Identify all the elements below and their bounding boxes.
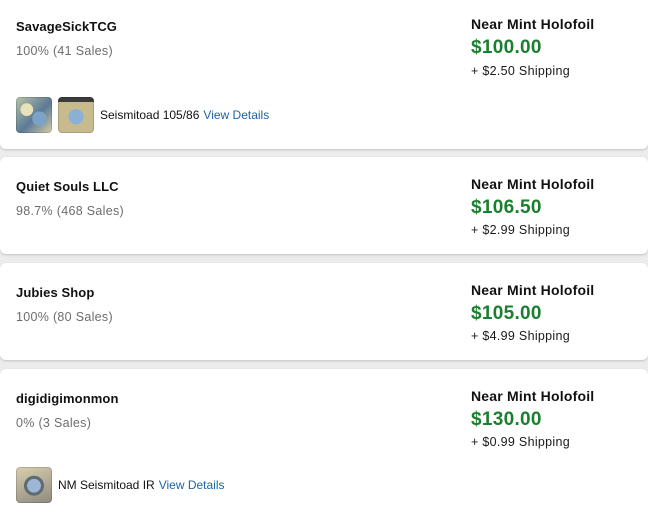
view-details-link[interactable]: View Details bbox=[159, 478, 225, 492]
seller-rating: 100% (41 Sales) bbox=[16, 44, 113, 58]
shipping-cost: + $2.99 Shipping bbox=[471, 223, 570, 237]
seller-name[interactable]: Jubies Shop bbox=[16, 285, 94, 300]
seller-rating: 100% (80 Sales) bbox=[16, 310, 113, 324]
listing-card: Jubies Shop 100% (80 Sales) Near Mint Ho… bbox=[0, 263, 648, 360]
view-details-link[interactable]: View Details bbox=[203, 108, 269, 122]
listing-photo-thumbnail[interactable] bbox=[16, 467, 52, 503]
price: $105.00 bbox=[471, 303, 542, 324]
listing-photo-thumbnail[interactable] bbox=[16, 97, 52, 133]
price: $100.00 bbox=[471, 37, 542, 58]
seller-rating: 98.7% (468 Sales) bbox=[16, 204, 124, 218]
photo-caption: Seismitoad 105/86 bbox=[100, 108, 200, 122]
photo-caption: NM Seismitoad IR bbox=[58, 478, 155, 492]
seller-sales-count: (468 Sales) bbox=[56, 204, 124, 218]
listing-card: SavageSickTCG 100% (41 Sales) Near Mint … bbox=[0, 0, 648, 149]
seller-sales-count: (3 Sales) bbox=[38, 416, 92, 430]
listing-photos: Seismitoad 105/86 View Details bbox=[16, 96, 269, 134]
seller-rating-percent: 100% bbox=[16, 44, 50, 58]
listing-photos: NM Seismitoad IR View Details bbox=[16, 466, 225, 504]
seller-rating: 0% (3 Sales) bbox=[16, 416, 91, 430]
price: $106.50 bbox=[471, 197, 542, 218]
seller-sales-count: (41 Sales) bbox=[52, 44, 113, 58]
shipping-cost: + $2.50 Shipping bbox=[471, 64, 570, 78]
seller-rating-percent: 100% bbox=[16, 310, 50, 324]
listing-photo-thumbnail[interactable] bbox=[58, 97, 94, 133]
condition-label: Near Mint Holofoil bbox=[471, 176, 595, 192]
listings-container: SavageSickTCG 100% (41 Sales) Near Mint … bbox=[0, 0, 648, 518]
shipping-cost: + $0.99 Shipping bbox=[471, 435, 570, 449]
condition-label: Near Mint Holofoil bbox=[471, 16, 595, 32]
shipping-cost: + $4.99 Shipping bbox=[471, 329, 570, 343]
seller-rating-percent: 0% bbox=[16, 416, 35, 430]
condition-label: Near Mint Holofoil bbox=[471, 282, 595, 298]
seller-name[interactable]: SavageSickTCG bbox=[16, 19, 117, 34]
seller-sales-count: (80 Sales) bbox=[52, 310, 113, 324]
seller-name[interactable]: digidigimonmon bbox=[16, 391, 119, 406]
listing-card: Quiet Souls LLC 98.7% (468 Sales) Near M… bbox=[0, 157, 648, 254]
condition-label: Near Mint Holofoil bbox=[471, 388, 595, 404]
price: $130.00 bbox=[471, 409, 542, 430]
listing-card: digidigimonmon 0% (3 Sales) Near Mint Ho… bbox=[0, 369, 648, 518]
seller-name[interactable]: Quiet Souls LLC bbox=[16, 179, 119, 194]
seller-rating-percent: 98.7% bbox=[16, 204, 53, 218]
